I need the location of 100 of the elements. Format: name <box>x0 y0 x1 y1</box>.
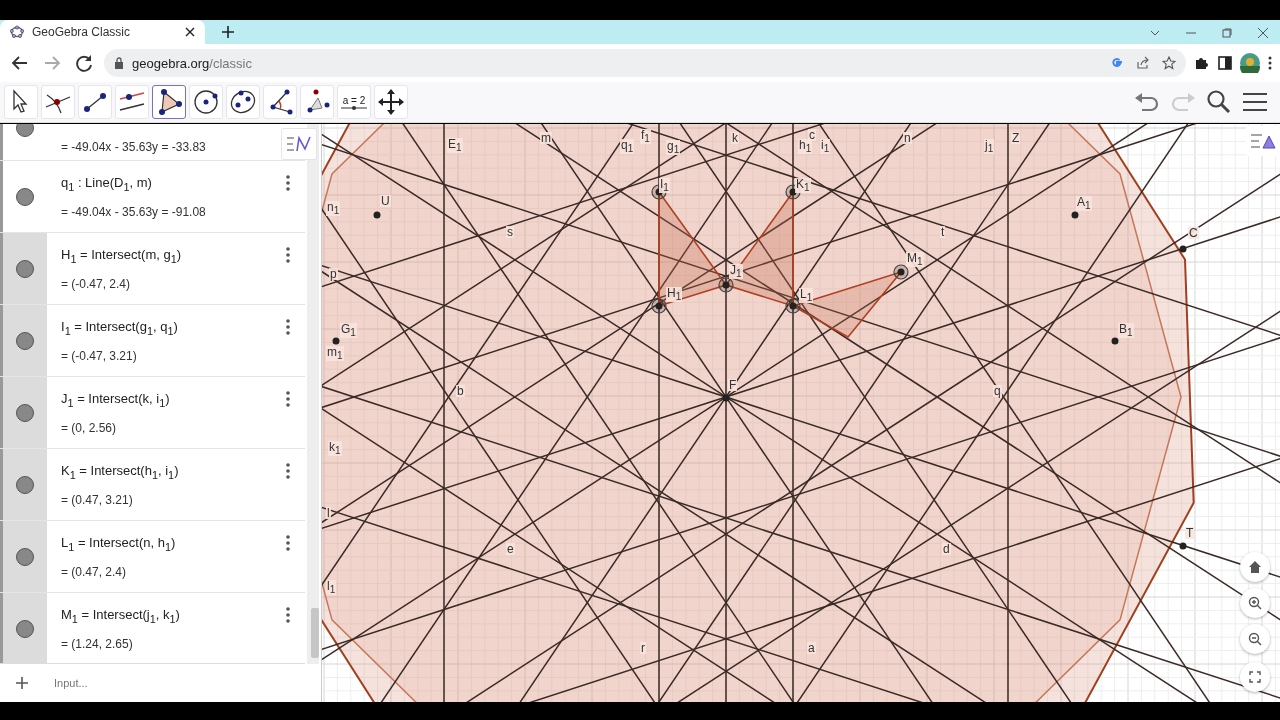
pointer-icon <box>13 89 28 113</box>
point[interactable] <box>1179 542 1187 550</box>
more-icon[interactable] <box>285 319 291 335</box>
definition-text: H$_{1}$ = Intersect(m, g$_{1}$) <box>61 247 182 265</box>
more-icon[interactable] <box>285 535 291 551</box>
visibility-toggle[interactable] <box>16 187 34 206</box>
point[interactable] <box>1111 337 1119 345</box>
definition-text: M$_{1}$ = Intersect(j$_{1}$, k$_{1}$) <box>61 607 180 625</box>
more-icon[interactable] <box>285 607 291 623</box>
move-view-tool[interactable] <box>374 85 408 119</box>
zoom-in-button[interactable] <box>1240 588 1270 618</box>
style-bar-toggle[interactable] <box>281 128 317 160</box>
more-icon[interactable] <box>285 175 291 191</box>
ellipse-icon <box>230 90 256 114</box>
value-text: = (0, 2.56) <box>61 420 118 435</box>
value-text: = (0.47, 2.4) <box>61 564 128 579</box>
zoom-in-icon <box>1248 596 1262 610</box>
point[interactable] <box>1071 211 1079 219</box>
circle-icon <box>194 90 218 114</box>
geogebra-logo-icon <box>10 25 24 39</box>
more-icon[interactable] <box>285 463 291 479</box>
graphics-view[interactable]: E$_{1}$ m q$_{1}$ f$_{1}$ g$_{1}$ k h$_{1}$ c i$_{1}$ n j$_{1}$ Z n$_{1}$ U s I$_{1}$ K$_{1}$ A$_{1}$ t C M$_{1}$ p J$_{1}$ H$_{1}$ L$_{1}$ G$_{1}$ B$_{1}$ m$_{1}$ b F q k$_{1}$ l e d T l$_{1}$ r a <box>322 124 1280 702</box>
polygon-icon <box>159 89 182 115</box>
restore-icon[interactable] <box>1222 28 1232 38</box>
zoom-out-icon <box>1248 632 1262 646</box>
circle-tool[interactable] <box>189 85 223 119</box>
object-label: A$_{1}$ <box>1076 196 1092 212</box>
object-label: m$_{1}$ <box>326 346 344 362</box>
search-icon[interactable] <box>1206 89 1232 115</box>
close-icon[interactable] <box>185 27 195 37</box>
object-label: s <box>506 226 514 238</box>
point[interactable] <box>893 264 909 280</box>
angle-tool[interactable] <box>263 85 297 119</box>
point[interactable] <box>1179 245 1187 253</box>
object-label: E$_{1}$ <box>447 138 463 154</box>
object-label: e <box>506 543 515 555</box>
more-icon[interactable] <box>285 247 291 263</box>
object-label: K$_{1}$ <box>795 178 811 194</box>
point[interactable] <box>785 298 801 314</box>
intersect-icon <box>45 94 71 114</box>
object-label: k$_{1}$ <box>328 441 342 457</box>
visibility-toggle[interactable] <box>16 124 34 137</box>
definition-text: K$_{1}$ = Intersect(h$_{1}$, i$_{1}$) <box>61 463 179 481</box>
object-label: Z <box>1011 132 1021 144</box>
object-label: j$_{1}$ <box>984 139 995 155</box>
conic-tool[interactable] <box>226 85 260 119</box>
home-button[interactable] <box>1240 552 1270 582</box>
menu-icon[interactable] <box>1242 92 1268 112</box>
chevron-down-icon[interactable] <box>1150 30 1160 36</box>
object-label: l$_{1}$ <box>326 580 337 596</box>
add-icon[interactable] <box>15 676 29 690</box>
object-label: t <box>940 226 946 238</box>
reflect-icon <box>307 89 330 113</box>
object-label: n$_{1}$ <box>326 201 341 217</box>
intersect-tool[interactable] <box>41 85 75 119</box>
polygon-tool[interactable] <box>152 85 186 119</box>
visibility-toggle[interactable] <box>16 331 34 350</box>
object-label: p <box>329 268 338 280</box>
point[interactable] <box>651 298 667 314</box>
point[interactable] <box>332 337 340 345</box>
star-icon[interactable] <box>1162 56 1176 70</box>
more-icon[interactable] <box>1268 56 1272 70</box>
parallel-tool[interactable] <box>115 85 149 119</box>
undo-icon[interactable] <box>1134 91 1160 113</box>
scrollbar-thumb[interactable] <box>311 608 319 658</box>
object-label: q <box>993 385 1002 397</box>
point[interactable] <box>373 211 381 219</box>
puzzle-icon[interactable] <box>1194 55 1210 71</box>
zoom-out-button[interactable] <box>1240 624 1270 654</box>
object-label: a <box>807 642 816 654</box>
profile-avatar-icon[interactable] <box>1240 53 1260 73</box>
object-label: k <box>731 132 739 144</box>
home-icon <box>1248 560 1262 574</box>
slider-tool[interactable]: a = 2 <box>337 85 371 119</box>
fullscreen-button[interactable] <box>1240 662 1270 692</box>
object-label: q$_{1}$ <box>620 139 635 155</box>
object-label: F <box>728 379 738 391</box>
point[interactable] <box>722 394 730 402</box>
address-bar[interactable]: geogebra.org/classic <box>104 49 1186 77</box>
more-icon[interactable] <box>285 391 291 407</box>
google-icon[interactable] <box>1110 56 1124 70</box>
object-label: U <box>380 195 391 207</box>
point[interactable] <box>718 277 734 293</box>
segment-tool[interactable] <box>78 85 112 119</box>
object-label: I$_{1}$ <box>659 178 670 194</box>
object-label: C <box>1188 227 1199 239</box>
visibility-toggle[interactable] <box>16 475 34 494</box>
browser-tab[interactable]: GeoGebra Classic <box>0 20 205 44</box>
definition-text: I$_{1}$ = Intersect(g$_{1}$, q$_{1}$) <box>61 319 178 337</box>
side-panel-icon[interactable] <box>1218 56 1232 70</box>
share-icon[interactable] <box>1136 56 1150 70</box>
visibility-toggle[interactable] <box>16 547 34 566</box>
object-label: b <box>456 385 465 397</box>
reflect-tool[interactable] <box>300 85 334 119</box>
value-text: = (-0.47, 2.4) <box>61 276 132 291</box>
input-field[interactable]: Input... <box>44 676 305 690</box>
move-tool[interactable] <box>4 85 38 119</box>
visibility-toggle[interactable] <box>16 259 34 278</box>
visibility-toggle[interactable] <box>16 403 34 422</box>
visibility-toggle[interactable] <box>16 619 34 638</box>
